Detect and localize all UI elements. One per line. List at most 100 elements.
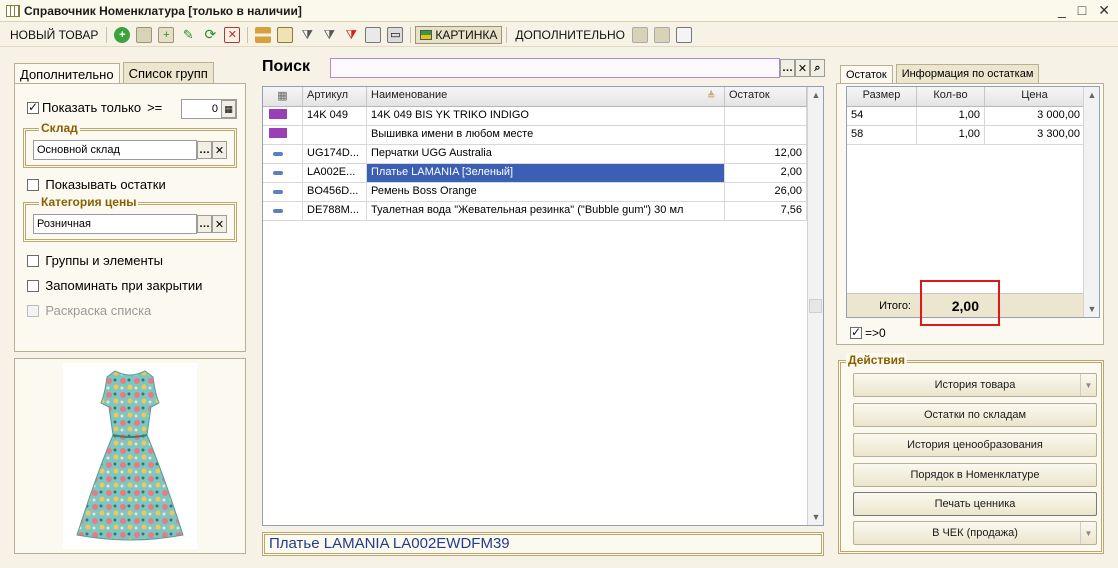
tab-remains[interactable]: Остаток bbox=[840, 65, 893, 84]
window-controls: _ □ ✕ bbox=[1058, 2, 1110, 19]
picture-toggle-button[interactable]: КАРТИНКА bbox=[415, 25, 503, 44]
price-category-field[interactable]: Розничная bbox=[33, 214, 197, 234]
column-price[interactable]: Цена bbox=[985, 87, 1085, 106]
maximize-button[interactable]: □ bbox=[1078, 2, 1086, 19]
group-icon bbox=[263, 107, 303, 125]
calculator-icon[interactable]: ▦ bbox=[221, 100, 236, 118]
close-button[interactable]: ✕ bbox=[1098, 2, 1110, 19]
clear-icon[interactable]: ✕ bbox=[212, 215, 227, 233]
move-to-group-icon[interactable] bbox=[277, 26, 294, 43]
show-only-value-field[interactable]: 0 ▦ bbox=[181, 99, 237, 119]
show-only-label: Показать только bbox=[42, 100, 142, 115]
nonzero-filter-checkbox[interactable] bbox=[850, 325, 862, 339]
nomenclature-order-label: Порядок в Номенклатуре bbox=[910, 469, 1040, 481]
remember-checkbox[interactable] bbox=[27, 280, 39, 292]
product-image bbox=[63, 363, 197, 549]
item-icon bbox=[263, 202, 303, 220]
dropdown-arrow-icon[interactable]: ▼ bbox=[1080, 522, 1096, 544]
clear-icon[interactable]: ✕ bbox=[212, 141, 227, 159]
toolbar: НОВЫЙ ТОВАР + + ✎ ⟳ ✕ ⧩ ⧩ ⧩ ▭ КАРТИНКА Д… bbox=[0, 23, 1118, 47]
stock-by-warehouse-label: Остатки по складам bbox=[923, 409, 1027, 421]
cell-stock: 12,00 bbox=[725, 145, 807, 163]
export-icon[interactable] bbox=[631, 26, 648, 43]
delete-icon[interactable]: ✕ bbox=[224, 26, 241, 43]
column-article[interactable]: Артикул bbox=[303, 87, 367, 106]
pricing-history-button[interactable]: История ценообразования bbox=[853, 433, 1097, 457]
item-icon bbox=[263, 183, 303, 201]
cell-article: UG174D... bbox=[303, 145, 367, 163]
cell-article: LA002E... bbox=[303, 164, 367, 182]
refresh-icon[interactable]: ⟳ bbox=[202, 26, 218, 43]
add-icon[interactable]: + bbox=[114, 26, 131, 43]
column-size[interactable]: Размер bbox=[847, 87, 917, 106]
copy-icon[interactable] bbox=[136, 26, 153, 43]
scroll-thumb[interactable] bbox=[809, 299, 822, 313]
table-row[interactable]: Вышивка имени в любом месте bbox=[263, 126, 823, 145]
left-tabs: Дополнительно Список групп bbox=[14, 62, 217, 85]
import-icon[interactable] bbox=[653, 26, 670, 43]
scroll-down-icon[interactable]: ▼ bbox=[1084, 301, 1100, 317]
remains-row[interactable]: 54 1,00 3 000,00 bbox=[847, 107, 1099, 126]
search-label: Поиск bbox=[262, 58, 311, 75]
item-icon bbox=[263, 164, 303, 182]
show-only-row: Показать только >= bbox=[27, 100, 162, 115]
print-price-tag-button[interactable]: Печать ценника bbox=[853, 492, 1097, 516]
table-settings-icon[interactable]: ▦ bbox=[263, 87, 303, 106]
nomenclature-order-button[interactable]: Порядок в Номенклатуре bbox=[853, 463, 1097, 487]
table-row[interactable]: DE788M... Туалетная вода "Жевательная ре… bbox=[263, 202, 823, 221]
picture-label: КАРТИНКА bbox=[435, 27, 498, 42]
search-clear-icon[interactable]: ✕ bbox=[795, 59, 810, 77]
filter-icon[interactable]: ⧩ bbox=[299, 27, 315, 43]
cell-name: Платье LAMANIA [Зеленый] bbox=[367, 164, 725, 182]
column-name[interactable]: Наименование bbox=[367, 87, 725, 106]
warehouse-field[interactable]: Основной склад bbox=[33, 140, 197, 160]
cell-name: Перчатки UGG Australia bbox=[367, 145, 725, 163]
remains-scrollbar[interactable]: ▲ ▼ bbox=[1083, 87, 1099, 317]
groups-elements-checkbox[interactable] bbox=[27, 255, 39, 267]
table-scrollbar[interactable]: ▲ ▼ bbox=[807, 87, 823, 525]
remains-row[interactable]: 58 1,00 3 300,00 bbox=[847, 126, 1099, 145]
selected-item-status: Платье LAMANIA LA002EWDFM39 bbox=[262, 532, 824, 556]
cell-stock: 7,56 bbox=[725, 202, 807, 220]
show-remains-checkbox[interactable] bbox=[27, 179, 39, 191]
scroll-up-icon[interactable]: ▲ bbox=[1084, 87, 1100, 103]
column-qty[interactable]: Кол-во bbox=[917, 87, 985, 106]
select-button[interactable]: … bbox=[197, 141, 212, 159]
dropdown-arrow-icon[interactable]: ▼ bbox=[1080, 374, 1096, 396]
clear-filter-icon[interactable]: ⧩ bbox=[343, 27, 359, 43]
new-item-button[interactable]: НОВЫЙ ТОВАР bbox=[6, 28, 102, 42]
additional-menu-button[interactable]: ДОПОЛНИТЕЛЬНО bbox=[511, 28, 629, 42]
toolbar-separator bbox=[247, 26, 249, 43]
print-icon[interactable]: ▭ bbox=[387, 26, 404, 43]
nomenclature-table[interactable]: ▦ Артикул Наименование Остаток ≜ 14K 049… bbox=[262, 86, 824, 526]
scroll-down-icon[interactable]: ▼ bbox=[808, 509, 824, 525]
search-icon[interactable]: ⌕ bbox=[810, 59, 825, 77]
add-group-icon[interactable]: + bbox=[158, 26, 175, 43]
table-row[interactable]: BO456D... Ремень Boss Orange 26,00 bbox=[263, 183, 823, 202]
hierarchy-icon[interactable] bbox=[255, 26, 272, 43]
select-button[interactable]: … bbox=[197, 215, 212, 233]
price-category-title: Категория цены bbox=[39, 195, 139, 209]
filter-by-value-icon[interactable]: ⧩ bbox=[321, 27, 337, 43]
search-select-button[interactable]: … bbox=[780, 59, 795, 77]
product-history-button[interactable]: История товара ▼ bbox=[853, 373, 1097, 397]
column-stock[interactable]: Остаток bbox=[725, 87, 807, 106]
tab-group-list[interactable]: Список групп bbox=[122, 62, 214, 84]
search-input[interactable] bbox=[330, 58, 780, 78]
table-row[interactable]: UG174D... Перчатки UGG Australia 12,00 bbox=[263, 145, 823, 164]
tab-additional[interactable]: Дополнительно bbox=[14, 63, 120, 85]
table-header: ▦ Артикул Наименование Остаток bbox=[263, 87, 823, 107]
tab-remains-info[interactable]: Информация по остаткам bbox=[895, 64, 1040, 83]
show-only-checkbox[interactable] bbox=[27, 100, 39, 114]
report-icon[interactable] bbox=[675, 26, 692, 43]
table-row-selected[interactable]: LA002E... Платье LAMANIA [Зеленый] 2,00 bbox=[263, 164, 823, 183]
to-receipt-button[interactable]: В ЧЕК (продажа) ▼ bbox=[853, 521, 1097, 545]
settings-list-icon[interactable] bbox=[365, 26, 382, 43]
minimize-button[interactable]: _ bbox=[1058, 2, 1066, 19]
edit-icon[interactable]: ✎ bbox=[180, 27, 196, 43]
scroll-up-icon[interactable]: ▲ bbox=[808, 87, 824, 103]
table-row[interactable]: 14K 049 14K 049 BIS YK TRIKO INDIGO bbox=[263, 107, 823, 126]
stock-by-warehouse-button[interactable]: Остатки по складам bbox=[853, 403, 1097, 427]
cell-stock: 2,00 bbox=[725, 164, 807, 182]
product-picture-panel bbox=[14, 358, 246, 554]
